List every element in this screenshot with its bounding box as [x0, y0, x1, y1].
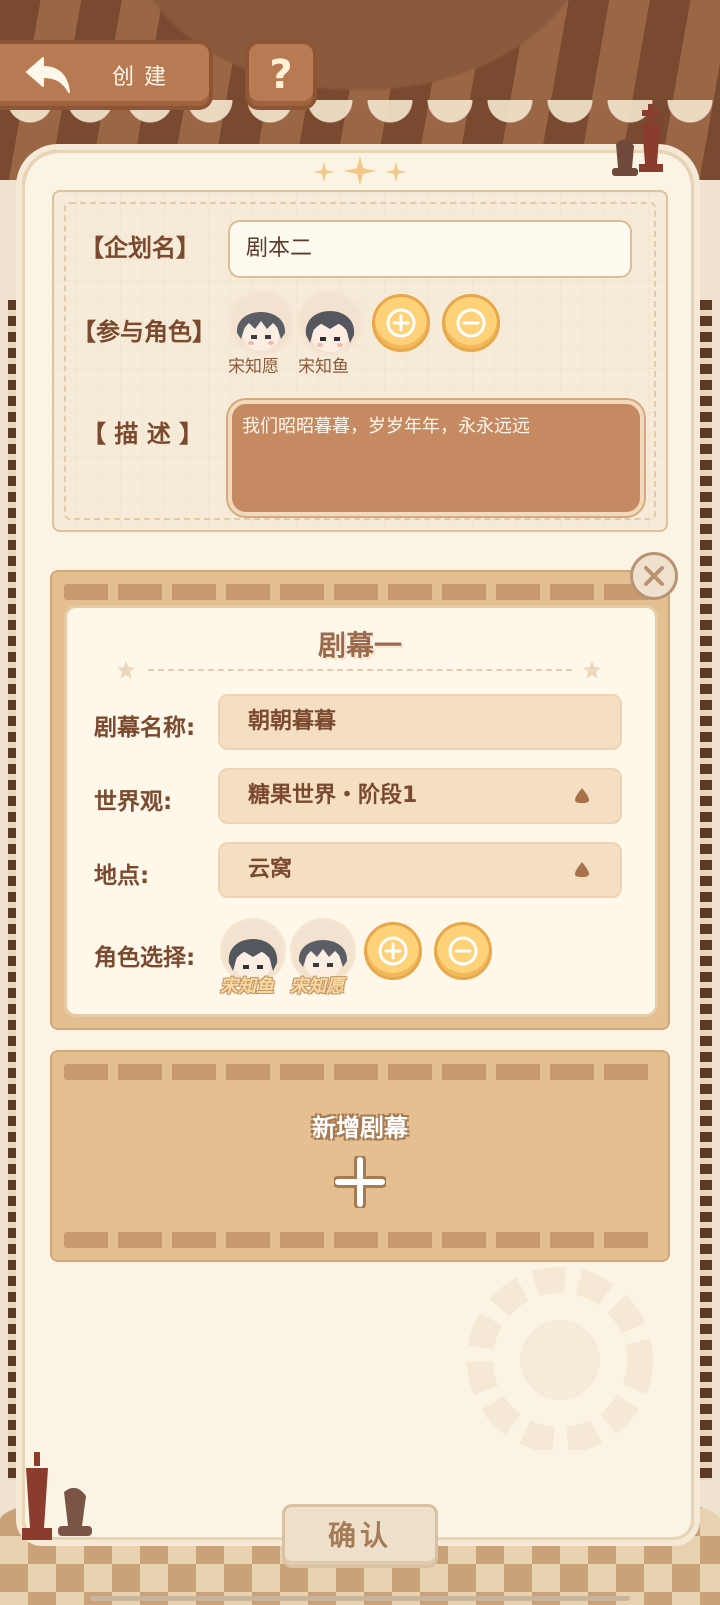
add-scene-label: 新增剧幕	[312, 1114, 408, 1142]
back-button[interactable]: 创建	[0, 40, 213, 110]
gear-icon	[467, 1267, 653, 1450]
star-icon	[117, 661, 135, 679]
sparkle-icon	[314, 156, 406, 186]
chess-pawn-icon	[22, 1452, 92, 1540]
add-character-button[interactable]	[364, 922, 422, 980]
project-name-input[interactable]: 剧本二	[228, 220, 632, 278]
film-rail-right	[700, 300, 712, 1480]
confirm-button[interactable]: 确认	[282, 1504, 438, 1568]
plus-icon	[386, 308, 416, 338]
scene-name-input[interactable]: 朝朝暮暮	[218, 694, 622, 750]
film-rail-left	[8, 300, 20, 1480]
scene-character-name: 宋知鱼	[220, 976, 274, 997]
project-name-label: 【企划名】	[80, 234, 200, 262]
scene-divider	[148, 669, 572, 671]
remove-character-button[interactable]	[434, 922, 492, 980]
description-input[interactable]: 我们昭昭暮暮，岁岁年年，永永远远	[228, 400, 644, 516]
back-label: 创建	[112, 65, 177, 90]
worldview-select[interactable]: 糖果世界・阶段1	[218, 768, 622, 824]
close-scene-button[interactable]	[630, 552, 678, 600]
close-icon	[644, 566, 664, 586]
scene-name-label: 剧幕名称:	[94, 715, 196, 741]
role-avatar[interactable]	[297, 290, 363, 356]
character-avatar-icon	[231, 293, 291, 353]
film-holes	[64, 1064, 656, 1080]
chess-king-icon	[612, 104, 663, 176]
location-select[interactable]: 云窝	[218, 842, 622, 898]
remove-role-button[interactable]	[442, 294, 500, 352]
minus-icon	[448, 936, 478, 966]
location-label: 地点:	[94, 863, 150, 889]
film-holes	[64, 1232, 656, 1248]
description-label: 【 描 述 】	[82, 420, 204, 448]
plus-icon	[378, 936, 408, 966]
add-role-button[interactable]	[372, 294, 430, 352]
character-select-label: 角色选择:	[94, 945, 196, 971]
star-icon	[583, 661, 601, 679]
home-indicator	[90, 1596, 630, 1601]
character-avatar-icon	[300, 293, 360, 353]
dropdown-icon	[575, 788, 589, 803]
help-button[interactable]: ?	[245, 40, 317, 110]
location-value: 云窝	[248, 857, 293, 882]
worldview-label: 世界观:	[94, 789, 173, 815]
back-arrow-icon	[24, 55, 72, 95]
worldview-value: 糖果世界・阶段1	[248, 783, 418, 808]
roles-label: 【参与角色】	[72, 318, 216, 346]
scene-title: 剧幕一	[317, 629, 402, 662]
scene-name-value: 朝朝暮暮	[248, 709, 337, 734]
scene-character-name: 宋知愿	[290, 976, 344, 997]
film-holes	[64, 584, 656, 600]
dropdown-icon	[575, 862, 589, 877]
role-avatar[interactable]	[228, 290, 294, 356]
role-name: 宋知愿	[228, 357, 279, 377]
role-name: 宋知鱼	[298, 357, 349, 377]
minus-icon	[456, 308, 486, 338]
plus-icon	[334, 1156, 386, 1208]
